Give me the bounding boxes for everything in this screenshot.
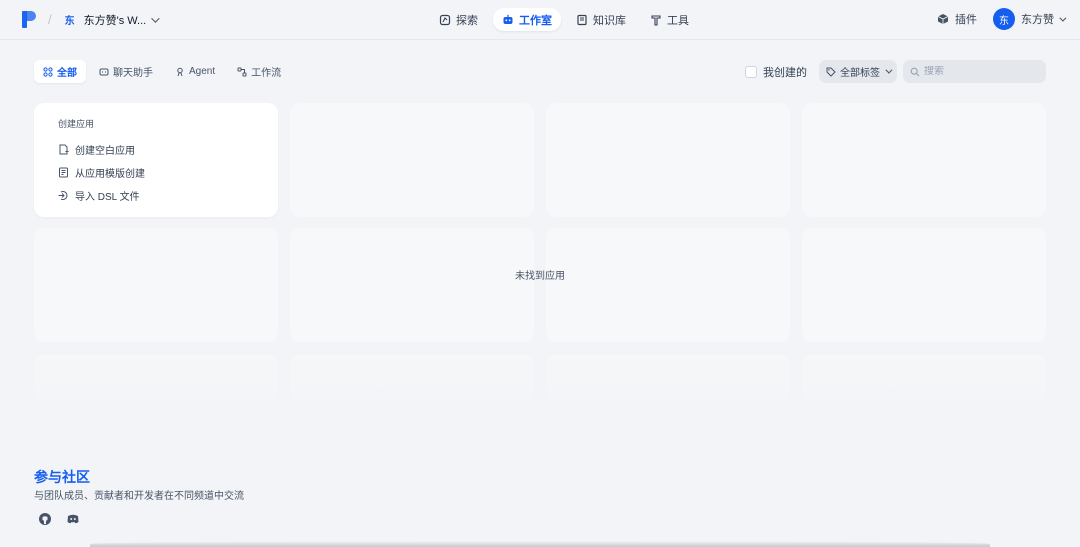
tab-chatbot-label: 聊天助手 bbox=[113, 68, 153, 79]
import-icon bbox=[58, 191, 68, 200]
nav-knowledge-label: 知识库 bbox=[593, 14, 626, 27]
header-right: 插件 东 东方赞 bbox=[937, 8, 1067, 30]
create-blank-app-label: 创建空白应用 bbox=[75, 146, 135, 157]
filter-bar: 我创建的 全部标签 bbox=[745, 60, 1046, 83]
tab-workflow[interactable]: 工作流 bbox=[228, 60, 290, 83]
tag-icon bbox=[826, 67, 836, 77]
tab-chatbot[interactable]: 聊天助手 bbox=[90, 60, 162, 83]
robot-icon bbox=[503, 14, 513, 24]
book-icon bbox=[577, 14, 587, 25]
chevron-down-icon[interactable] bbox=[1059, 14, 1067, 22]
create-from-template[interactable]: 从应用模版创建 bbox=[58, 161, 254, 184]
placeholder-card bbox=[802, 228, 1046, 342]
create-blank-app[interactable]: 创建空白应用 bbox=[58, 138, 254, 161]
workspace-avatar[interactable]: 东 bbox=[62, 12, 78, 28]
search-input[interactable] bbox=[924, 66, 1034, 77]
placeholder-card bbox=[802, 103, 1046, 217]
agent-icon bbox=[177, 67, 183, 76]
nav-explore-label: 探索 bbox=[456, 14, 478, 27]
placeholder-card bbox=[290, 355, 534, 415]
brand: / 东 东方赞's W... bbox=[22, 11, 160, 28]
create-app-card: 创建应用 创建空白应用 从应用模版创建 导入 DSL 文件 bbox=[34, 103, 278, 217]
import-dsl-file[interactable]: 导入 DSL 文件 bbox=[58, 184, 254, 207]
explore-icon bbox=[439, 14, 451, 25]
grid-icon bbox=[43, 66, 53, 77]
placeholder-card bbox=[546, 228, 790, 342]
chevron-down-icon[interactable] bbox=[151, 13, 160, 23]
placeholder-card bbox=[290, 228, 534, 342]
placeholder-card bbox=[546, 355, 790, 415]
tab-workflow-label: 工作流 bbox=[251, 68, 282, 79]
template-icon bbox=[59, 167, 68, 178]
create-app-title: 创建应用 bbox=[58, 119, 95, 129]
placeholder-card bbox=[34, 355, 278, 415]
create-from-template-label: 从应用模版创建 bbox=[75, 169, 145, 180]
nav-tools-label: 工具 bbox=[667, 14, 689, 27]
search-box[interactable] bbox=[903, 60, 1046, 83]
tag-filter-label: 全部标签 bbox=[840, 68, 880, 79]
created-by-me-label: 我创建的 bbox=[763, 66, 807, 79]
workflow-icon bbox=[237, 67, 247, 76]
tab-agent-label: Agent bbox=[189, 66, 216, 77]
cube-icon bbox=[937, 14, 949, 24]
tab-all-label: 全部 bbox=[57, 68, 77, 79]
nav-knowledge[interactable]: 知识库 bbox=[567, 8, 635, 31]
tab-agent[interactable]: Agent bbox=[166, 60, 224, 83]
user-avatar[interactable]: 东 bbox=[993, 8, 1015, 30]
search-icon bbox=[910, 67, 920, 76]
social-links bbox=[38, 512, 80, 526]
bottom-shadow bbox=[90, 541, 990, 547]
logo-icon[interactable] bbox=[22, 11, 36, 28]
app-type-tabs: 全部 聊天助手 Agent 工作流 bbox=[34, 60, 290, 83]
created-by-me-filter[interactable]: 我创建的 bbox=[745, 64, 807, 80]
empty-state-text: 未找到应用 bbox=[515, 271, 565, 282]
github-icon[interactable] bbox=[38, 512, 52, 526]
main-nav: 探索 工作室 知识库 工具 bbox=[430, 8, 698, 31]
nav-studio[interactable]: 工作室 bbox=[493, 8, 561, 31]
top-bar: / 东 东方赞's W... 探索 工作室 知识库 工具 插件 东 东方赞 bbox=[0, 0, 1080, 40]
community-description: 与团队成员、贡献者和开发者在不同频道中交流 bbox=[34, 491, 244, 502]
tool-icon bbox=[651, 14, 661, 26]
placeholder-card bbox=[290, 103, 534, 217]
nav-explore[interactable]: 探索 bbox=[430, 8, 487, 31]
nav-tools[interactable]: 工具 bbox=[641, 8, 698, 31]
workspace-name[interactable]: 东方赞's W... bbox=[84, 12, 147, 28]
file-plus-icon bbox=[59, 144, 69, 155]
community-title: 参与社区 bbox=[34, 469, 90, 485]
placeholder-card bbox=[802, 355, 1046, 415]
placeholder-card bbox=[546, 103, 790, 217]
import-dsl-file-label: 导入 DSL 文件 bbox=[75, 192, 140, 203]
plugin-label: 插件 bbox=[955, 14, 977, 26]
nav-studio-label: 工作室 bbox=[519, 14, 552, 27]
created-by-me-checkbox[interactable] bbox=[745, 65, 757, 78]
placeholder-card bbox=[34, 228, 278, 342]
divider-slash: / bbox=[48, 12, 52, 27]
discord-icon[interactable] bbox=[66, 512, 80, 526]
chat-icon bbox=[99, 68, 109, 75]
tab-all[interactable]: 全部 bbox=[34, 60, 86, 83]
chevron-down-icon bbox=[885, 66, 893, 74]
user-name[interactable]: 东方赞 bbox=[1021, 11, 1054, 27]
plugin-button[interactable]: 插件 bbox=[937, 11, 977, 27]
tag-filter-select[interactable]: 全部标签 bbox=[819, 60, 897, 83]
